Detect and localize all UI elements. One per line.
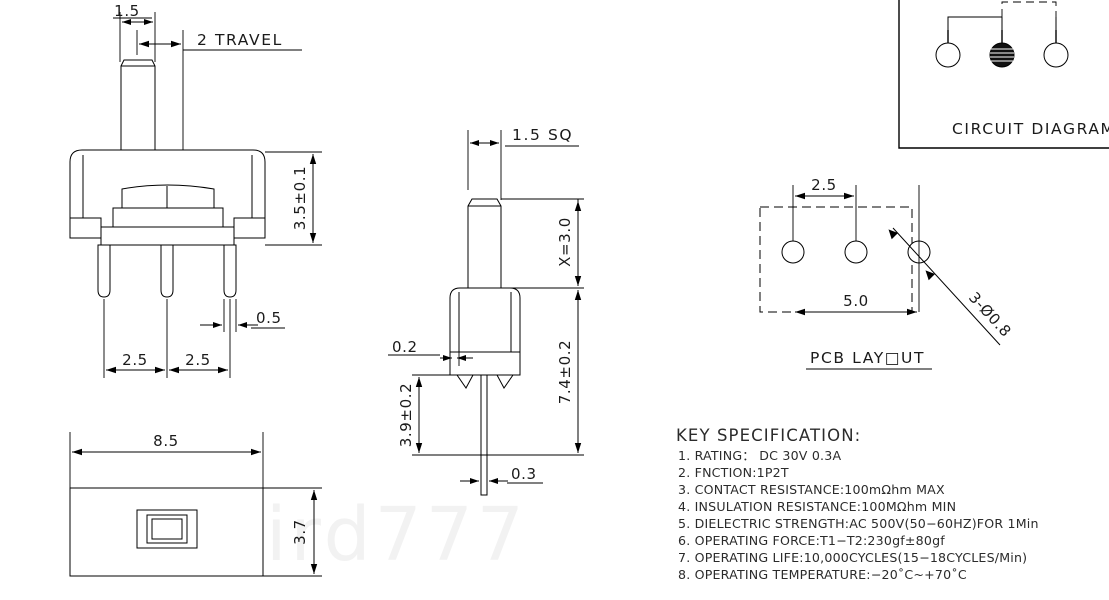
pcb-layout-label: PCB LAY□UT — [810, 349, 925, 367]
dim-travel: 2 TRAVEL — [197, 31, 283, 49]
dim-hole-pitch: 2.5 — [811, 176, 837, 194]
dim-body-width: 8.5 — [153, 432, 179, 450]
spec-item-4: 4. INSULATION RESISTANCE:100MΩhm MIN — [678, 499, 956, 514]
drawing-sheet: bird777 1.5 2 TRAVEL 3.5±0.1 0.5 2.5 2.5… — [0, 0, 1109, 600]
spec-item-3: 3. CONTACT RESISTANCE:100mΩhm MAX — [678, 482, 945, 497]
dim-pitch-right: 2.5 — [185, 351, 211, 369]
switch-body-side — [449, 287, 521, 353]
slider-window-inner — [151, 518, 183, 540]
dim-pin-offset: 0.2 — [392, 338, 418, 356]
terminal-3 — [1043, 42, 1069, 68]
actuator-plunger — [120, 59, 156, 151]
spec-item-7: 7. OPERATING LIFE:10,000CYCLES(15−18CYCL… — [678, 550, 1027, 565]
dim-stroke-x: X=3.0 — [556, 217, 574, 267]
spec-item-5: 5. DIELECTRIC STRENGTH:AC 500V(50−60HZ)F… — [678, 516, 1039, 531]
spec-item-8: 8. OPERATING TEMPERATURE:−20˚C~+70˚C — [678, 567, 967, 582]
right-flange — [233, 217, 266, 239]
dim-pin-thickness: 0.5 — [256, 309, 282, 327]
left-flange — [69, 217, 102, 239]
spec-item-2: 2. FNCTION:1P2T — [678, 465, 789, 480]
dim-pin-length: 3.9±0.2 — [397, 383, 415, 447]
pcb-hole-2 — [844, 240, 868, 264]
slider-base — [112, 207, 224, 228]
slider-cap — [121, 184, 215, 209]
pcb-hole-1 — [781, 240, 805, 264]
circuit-diagram-label: CIRCUIT DIAGRAM — [952, 120, 1109, 138]
terminal-2-common — [989, 42, 1015, 68]
actuator-plunger-side — [467, 198, 502, 289]
dim-hole-span: 5.0 — [843, 292, 869, 310]
spec-item-6: 6. OPERATING FORCE:T1−T2:230gf±80gf — [678, 533, 945, 548]
dim-pin-width: 0.3 — [511, 465, 537, 483]
dim-plunger-square: 1.5 SQ — [512, 126, 573, 144]
pin-center — [160, 244, 174, 298]
dim-plunger-width: 1.5 — [114, 2, 140, 20]
dim-body-depth: 3.7 — [291, 519, 309, 545]
terminal-1 — [935, 42, 961, 68]
dim-overall-height: 7.4±0.2 — [556, 340, 574, 404]
dim-body-height: 3.5±0.1 — [291, 166, 309, 230]
pin-side — [480, 374, 488, 496]
dim-pitch-left: 2.5 — [122, 351, 148, 369]
body-base-plate — [100, 226, 235, 246]
spec-item-1: 1. RATING： DC 30V 0.3A — [678, 448, 841, 463]
pin-right — [223, 244, 237, 298]
spec-heading: KEY SPECIFICATION: — [676, 426, 861, 445]
body-base-side — [449, 351, 521, 376]
pin-left — [97, 244, 111, 298]
